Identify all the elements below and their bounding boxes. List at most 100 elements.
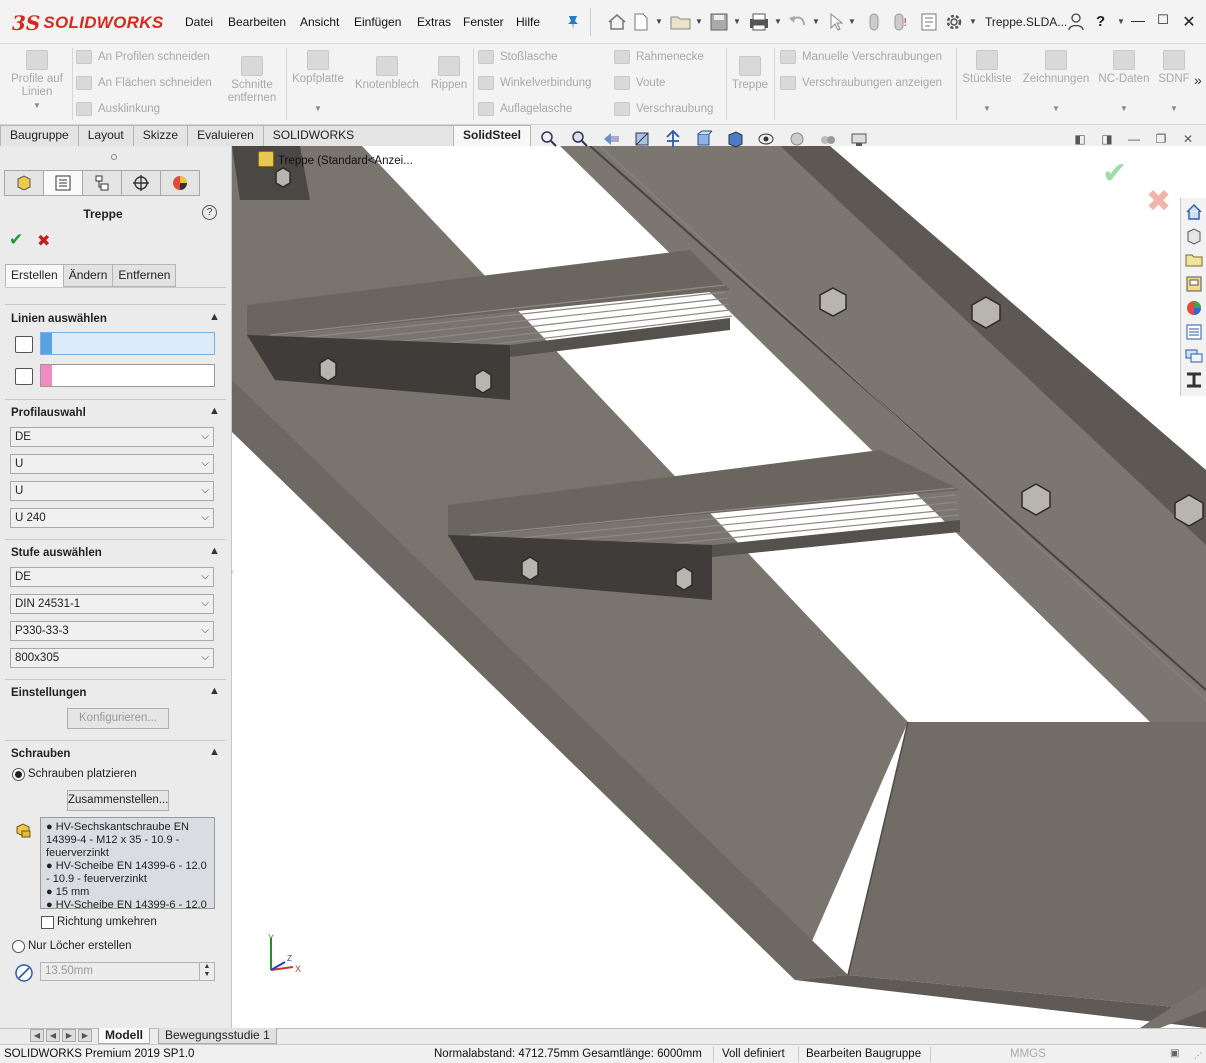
tab-bewegungsstudie[interactable]: Bewegungsstudie 1	[158, 1028, 277, 1044]
stueckliste-button[interactable]: Stückliste ▼	[960, 50, 1014, 115]
profile-standard-select[interactable]: DE ⌵	[10, 427, 214, 447]
manuelle-verschraubungen-button[interactable]: Manuelle Verschraubungen	[780, 48, 942, 66]
dynamic-annotation-icon[interactable]	[664, 130, 682, 148]
spinner-arrows-icon[interactable]: ▲ ▼	[199, 963, 214, 980]
kopfplatte-button[interactable]: Kopfplatte ▼	[288, 50, 348, 115]
step-type-select[interactable]: P330-33-3 ⌵	[10, 621, 214, 641]
panel-grip-icon[interactable]	[111, 154, 117, 160]
undo-caret-icon[interactable]: ▼	[812, 17, 820, 26]
file-properties-icon[interactable]	[920, 12, 938, 32]
help-icon[interactable]: ?	[1096, 13, 1105, 30]
pin-icon[interactable]	[566, 14, 580, 30]
property-manager-tab[interactable]	[43, 170, 83, 196]
step-standard-select[interactable]: DE ⌵	[10, 567, 214, 587]
solidworks-resources-icon[interactable]	[1185, 203, 1203, 221]
tab-baugruppe[interactable]: Baugruppe	[0, 125, 79, 146]
previous-view-icon[interactable]	[602, 130, 620, 148]
confirm-corner-ok-icon[interactable]: ✔	[1102, 156, 1127, 191]
menu-bearbeiten[interactable]: Bearbeiten	[228, 15, 286, 29]
maximize-icon[interactable]: ☐	[1153, 12, 1173, 32]
prev-tab-arrow-icon[interactable]: ◀	[46, 1029, 60, 1042]
rebuild-icon[interactable]	[868, 13, 880, 31]
print-icon[interactable]	[748, 12, 770, 32]
nur-loecher-radio[interactable]	[12, 940, 25, 953]
view-orientation-icon[interactable]	[695, 130, 713, 148]
schrauben-platzieren-radio[interactable]	[12, 768, 25, 781]
menu-datei[interactable]: Datei	[185, 15, 213, 29]
profilauswahl-collapse-icon[interactable]: ▲	[209, 405, 220, 417]
forum-icon[interactable]	[1185, 347, 1203, 365]
menu-extras[interactable]: Extras	[417, 15, 451, 29]
configuration-manager-tab[interactable]	[82, 170, 122, 196]
ausklinkung-button[interactable]: Ausklinkung	[76, 100, 160, 118]
tab-skizze[interactable]: Skizze	[132, 125, 189, 146]
first-tab-arrow-icon[interactable]: ◀	[30, 1029, 44, 1042]
verschraubung-button[interactable]: Verschraubung	[614, 100, 713, 118]
appearances-icon[interactable]	[1185, 299, 1203, 317]
dimxpert-manager-tab[interactable]	[121, 170, 161, 196]
viewport-minimize-icon[interactable]: —	[1127, 133, 1141, 147]
status-help-icon[interactable]: ▣	[1170, 1048, 1179, 1059]
help-caret-icon[interactable]: ▼	[1117, 17, 1125, 26]
new-document-icon[interactable]	[633, 12, 649, 32]
ok-checkmark-icon[interactable]: ✔	[9, 230, 23, 250]
custom-properties-icon[interactable]	[1185, 323, 1203, 341]
step-size-select[interactable]: 800x305 ⌵	[10, 648, 214, 668]
viewport-close-icon[interactable]: ✕	[1181, 133, 1195, 147]
graphics-viewport[interactable]: Y X Z	[232, 146, 1206, 1028]
zoom-area-icon[interactable]	[571, 130, 589, 148]
save-caret-icon[interactable]: ▼	[733, 17, 741, 26]
auflagelasche-button[interactable]: Auflagelasche	[478, 100, 572, 118]
confirm-corner-cancel-icon[interactable]: ✖	[1146, 184, 1171, 219]
solidsteel-icon[interactable]	[1185, 371, 1203, 389]
nc-daten-button[interactable]: NC-Daten ▼	[1097, 50, 1151, 115]
tab-zusatzanwendungen[interactable]: SOLIDWORKS Zusatzanwendungen	[262, 125, 454, 161]
tab-erstellen[interactable]: Erstellen	[5, 264, 64, 287]
viewport-restore-icon[interactable]: ❐	[1154, 133, 1168, 147]
apply-scene-icon[interactable]	[819, 130, 837, 148]
view-settings-icon[interactable]	[850, 130, 868, 148]
bolt-components-list[interactable]: ● HV-Sechskantschraube EN 14399-4 - M12 …	[40, 817, 215, 909]
tab-evaluieren[interactable]: Evaluieren	[187, 125, 264, 146]
menu-fenster[interactable]: Fenster	[463, 15, 504, 29]
display-style-icon[interactable]	[726, 130, 744, 148]
collapse-left-icon[interactable]: ◧	[1073, 133, 1087, 147]
section-view-icon[interactable]	[633, 130, 651, 148]
treppe-button[interactable]: Treppe	[728, 56, 772, 92]
zusammenstellen-button[interactable]: Zusammenstellen...	[67, 790, 169, 811]
open-caret-icon[interactable]: ▼	[695, 17, 703, 26]
zeichnungen-button[interactable]: Zeichnungen ▼	[1020, 50, 1092, 115]
minimize-icon[interactable]: —	[1128, 12, 1148, 32]
knotenblech-button[interactable]: Knotenblech	[352, 56, 422, 92]
rahmenecke-button[interactable]: Rahmenecke	[614, 48, 704, 66]
voute-button[interactable]: Voute	[614, 74, 665, 92]
close-window-icon[interactable]: ✕	[1179, 12, 1199, 32]
menu-hilfe[interactable]: Hilfe	[516, 15, 540, 29]
view-palette-icon[interactable]	[1185, 275, 1203, 293]
hole-diameter-input[interactable]: 13.50mm ▲ ▼	[40, 962, 215, 981]
undo-icon[interactable]	[788, 13, 808, 31]
menu-ansicht[interactable]: Ansicht	[300, 15, 339, 29]
profile-size-select[interactable]: U 240 ⌵	[10, 508, 214, 528]
menu-einfuegen[interactable]: Einfügen	[354, 15, 401, 29]
resize-grip-icon[interactable]: ⋰	[1194, 1051, 1202, 1060]
collapse-right-icon[interactable]: ◨	[1100, 133, 1114, 147]
edit-appearance-icon[interactable]	[788, 130, 806, 148]
schrauben-collapse-icon[interactable]: ▲	[209, 746, 220, 758]
profile-series-select[interactable]: U ⌵	[10, 481, 214, 501]
options-gear-icon[interactable]	[944, 12, 964, 32]
last-tab-arrow-icon[interactable]: ▶	[78, 1029, 92, 1042]
an-flaechen-schneiden-button[interactable]: An Flächen schneiden	[76, 74, 212, 92]
design-library-icon[interactable]	[1185, 227, 1203, 245]
an-profilen-schneiden-button[interactable]: An Profilen schneiden	[76, 48, 210, 66]
tab-aendern[interactable]: Ändern	[62, 264, 114, 287]
status-units[interactable]: MMGS	[1010, 1048, 1046, 1060]
sdnf-button[interactable]: SDNF ▼	[1156, 50, 1192, 115]
tab-entfernen[interactable]: Entfernen	[112, 264, 177, 287]
line-selection-1-input[interactable]	[40, 332, 215, 355]
profile-auf-linien-button[interactable]: Profile auf Linien ▼	[5, 50, 69, 112]
select-cursor-icon[interactable]	[828, 12, 844, 32]
options-caret-icon[interactable]: ▼	[969, 17, 977, 26]
feature-manager-tab[interactable]	[4, 170, 44, 196]
solidworks-logo[interactable]: 3S SOLIDWORKS	[12, 8, 163, 38]
